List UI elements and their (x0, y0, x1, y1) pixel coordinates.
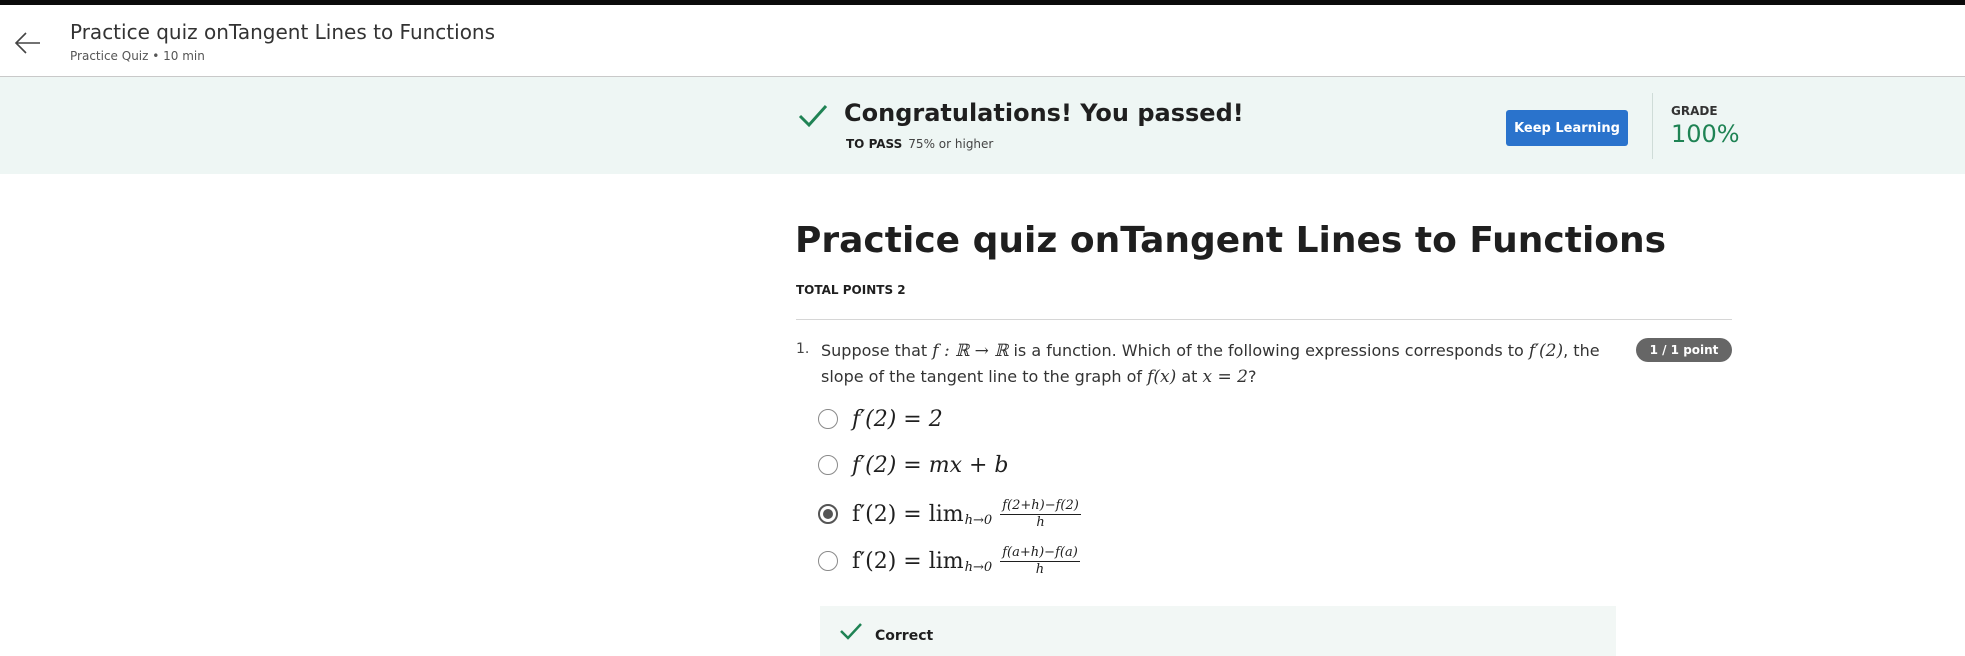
to-pass-label: TO PASS (846, 137, 903, 151)
option-label: f′(2) = 2 (852, 407, 943, 432)
option-math: f′(2) = lim (852, 548, 964, 574)
radio-button[interactable] (818, 409, 838, 429)
total-points: TOTAL POINTS 2 (796, 283, 906, 297)
numerator: f(2+h)−f(2) (1000, 497, 1081, 515)
header-title: Practice quiz onTangent Lines to Functio… (70, 20, 496, 44)
section-divider (796, 319, 1732, 320)
option-math: f′(2) = 2 (852, 406, 943, 432)
question-math: f(x) (1147, 367, 1177, 387)
option-math: f′(2) = mx + b (852, 452, 1009, 478)
answer-option[interactable]: f′(2) = mx + b (818, 447, 1009, 483)
fraction: f(2+h)−f(2) h (1000, 497, 1081, 530)
grade-label: GRADE (1671, 104, 1718, 118)
back-button[interactable] (10, 25, 46, 61)
limit-subscript: h→0 (964, 512, 993, 528)
denominator: h (1036, 514, 1045, 530)
result-banner: Congratulations! You passed! TO PASS 75% … (0, 77, 1965, 174)
limit-subscript: h→0 (964, 559, 993, 575)
question-text-part: at (1176, 367, 1203, 386)
quiz-header: Practice quiz onTangent Lines to Functio… (0, 5, 1965, 77)
question-text: Suppose that f : ℝ → ℝ is a function. Wh… (821, 338, 1621, 390)
checkmark-icon (798, 104, 828, 128)
pass-message: Congratulations! You passed! (844, 99, 1244, 127)
radio-button[interactable] (818, 455, 838, 475)
question-text-part: is a function. Which of the following ex… (1008, 341, 1529, 360)
keep-learning-button[interactable]: Keep Learning (1506, 110, 1628, 146)
points-badge: 1 / 1 point (1636, 338, 1732, 362)
to-pass-value: 75% or higher (908, 137, 994, 151)
to-pass-info: TO PASS 75% or higher (846, 137, 993, 151)
fraction: f(a+h)−f(a) h (1000, 544, 1080, 577)
feedback-text: Correct (875, 628, 934, 644)
feedback-box: Correct (820, 606, 1616, 656)
denominator: h (1035, 561, 1045, 577)
checkmark-icon (840, 623, 862, 640)
answer-option-selected[interactable]: f′(2) = lim h→0 f(2+h)−f(2) h (818, 496, 1081, 532)
question-math: f : ℝ → ℝ (932, 341, 1009, 361)
answer-option[interactable]: f′(2) = lim h→0 f(a+h)−f(a) h (818, 543, 1080, 579)
option-label: f′(2) = lim h→0 f(2+h)−f(2) h (852, 497, 1081, 530)
question-text-part: ? (1247, 367, 1257, 386)
header-subtitle: Practice Quiz • 10 min (70, 49, 205, 63)
option-label: f′(2) = mx + b (852, 453, 1009, 478)
radio-button[interactable] (818, 551, 838, 571)
quiz-title: Practice quiz onTangent Lines to Functio… (795, 220, 1667, 261)
radio-button-selected[interactable] (818, 504, 838, 524)
numerator: f(a+h)−f(a) (1000, 544, 1080, 562)
question-math: f′(2) (1528, 341, 1564, 361)
option-math: f′(2) = lim (852, 501, 964, 527)
question-number: 1. (796, 341, 810, 357)
option-label: f′(2) = lim h→0 f(a+h)−f(a) h (852, 544, 1080, 577)
question-math: x = 2 (1202, 367, 1248, 387)
grade-value: 100% (1671, 120, 1740, 148)
grade-divider (1652, 93, 1653, 159)
question-text-part: Suppose that (821, 341, 933, 360)
arrow-left-icon (14, 32, 40, 54)
answer-option[interactable]: f′(2) = 2 (818, 401, 943, 437)
